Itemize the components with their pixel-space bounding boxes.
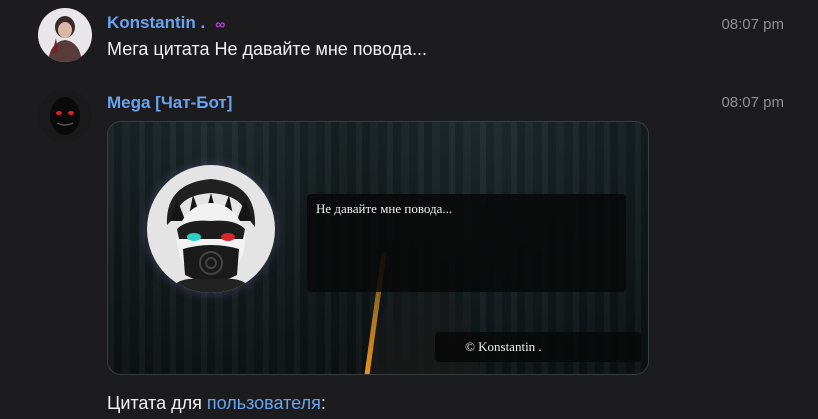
quote-author-portrait (147, 165, 275, 293)
quote-text: Не давайте мне повода... (316, 201, 453, 216)
author-name[interactable]: Mega [Чат-Бот] (107, 93, 232, 113)
signature-box: © Konstantin . (435, 332, 641, 362)
user-mention-link[interactable]: пользователя (207, 393, 321, 413)
quote-footer: Цитата для пользователя: (107, 393, 326, 414)
author-name-text: Konstantin . (107, 13, 206, 32)
quote-footer-text: Цитата для (107, 393, 207, 413)
quote-image-card[interactable]: Не давайте мне повода... © Konstantin . (107, 121, 649, 375)
quote-footer-suffix: : (320, 393, 326, 413)
message-timestamp: 08:07 pm (721, 16, 784, 33)
message-text: Мега цитата Не давайте мне повода... (107, 39, 428, 59)
avatar-mega-bot[interactable] (38, 89, 92, 143)
infinity-icon: ∞ (215, 15, 226, 32)
message-timestamp: 08:07 pm (721, 94, 784, 111)
avatar-konstantin[interactable] (38, 8, 92, 62)
signature-text: © Konstantin . (465, 339, 542, 354)
quote-box: Не давайте мне повода... (307, 194, 626, 292)
author-name[interactable]: Konstantin . ∞ (107, 13, 225, 33)
